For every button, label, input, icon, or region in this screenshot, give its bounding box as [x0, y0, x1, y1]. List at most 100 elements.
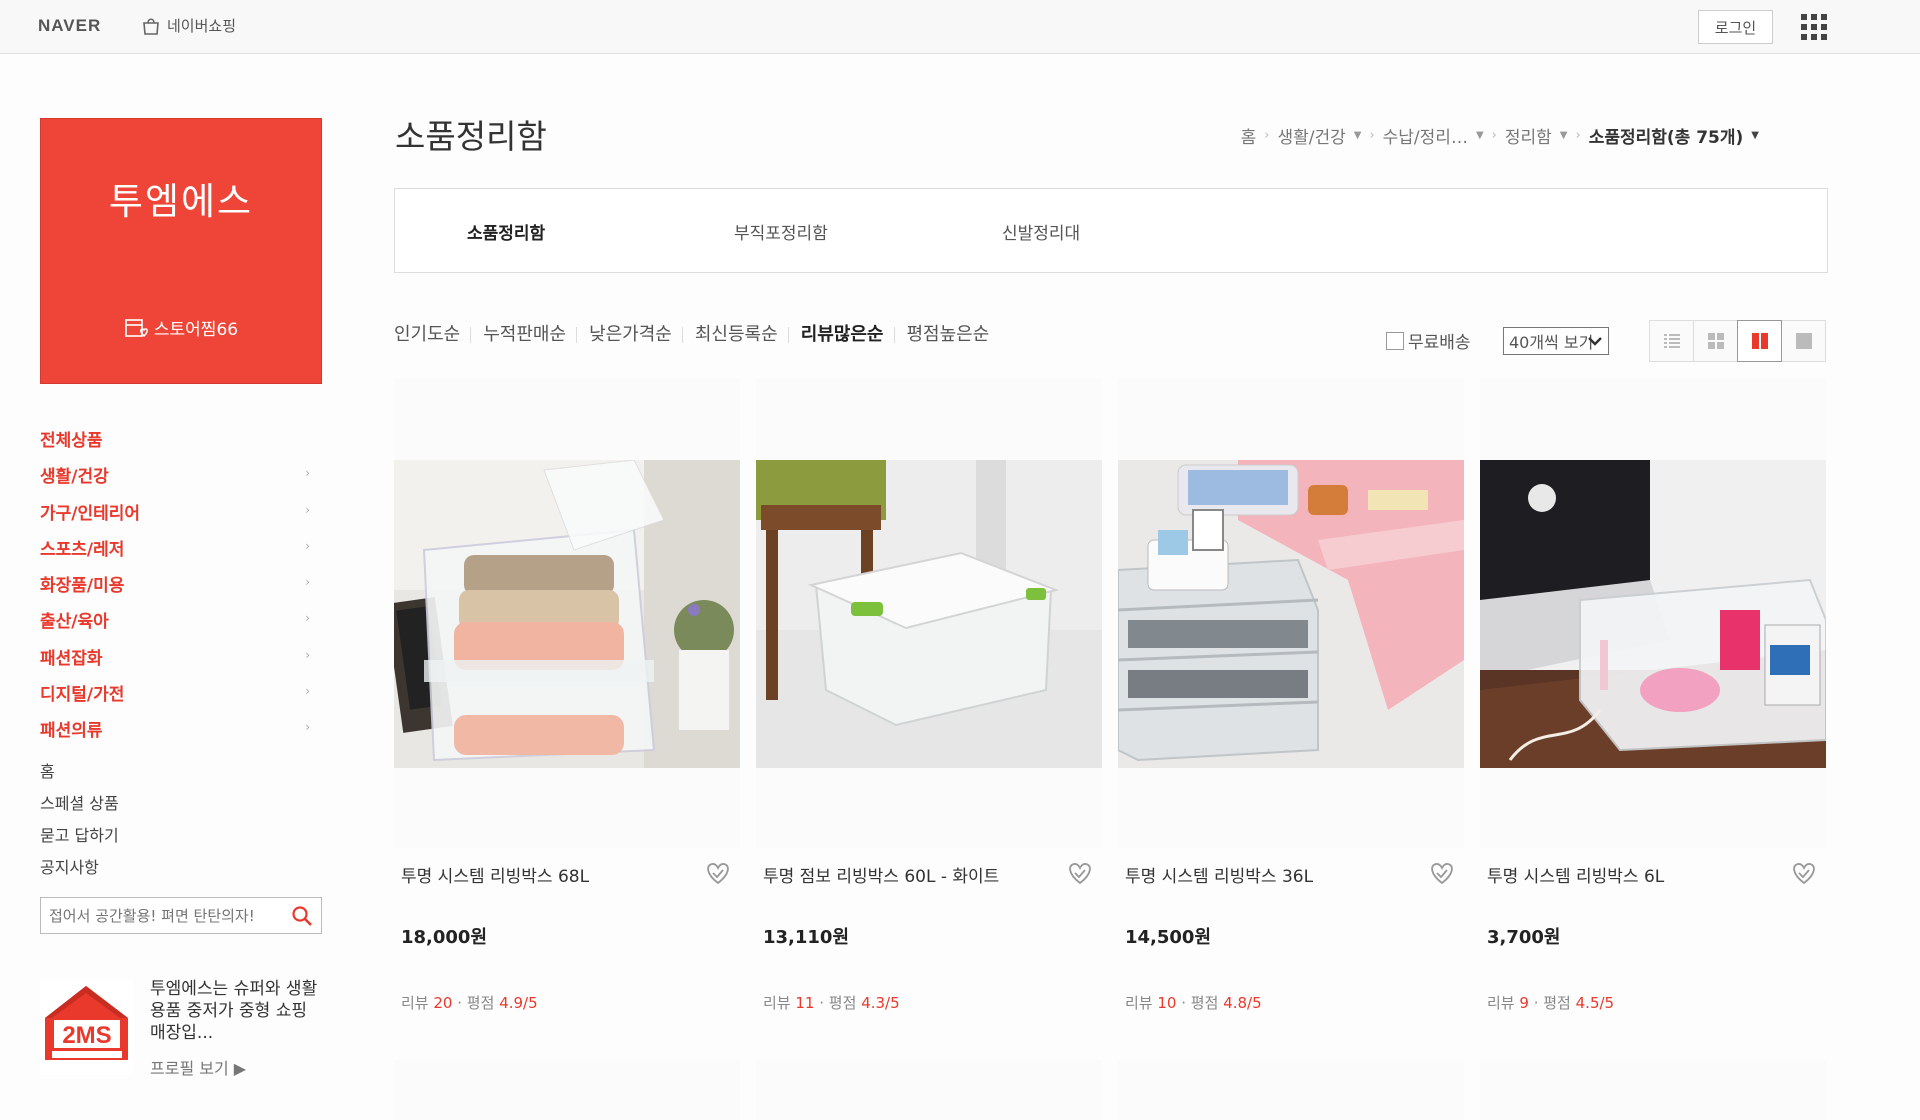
sort-rating[interactable]: 평점높은순 — [893, 326, 1000, 344]
svg-text:2MS: 2MS — [62, 1022, 111, 1049]
free-shipping-filter[interactable]: 무료배송 — [1386, 328, 1471, 353]
product-card[interactable]: 투명 점보 리빙박스 60L - 화이트 13,110원 리뷰 11 · 평점 … — [756, 378, 1102, 1018]
subcategory-tab-active[interactable]: 소품정리함 — [467, 219, 545, 244]
product-card-partial[interactable] — [394, 1060, 740, 1120]
view-large-button[interactable] — [1781, 320, 1826, 362]
breadcrumb-item[interactable]: 생활/건강 — [1277, 123, 1345, 148]
per-page-select[interactable]: 40개씩 보기 — [1503, 327, 1609, 355]
chevron-right-icon: › — [305, 575, 310, 590]
product-card-partial[interactable] — [1118, 1060, 1464, 1120]
sort-popular[interactable]: 인기도순 — [394, 326, 470, 344]
naver-shopping-label: 네이버쇼핑 — [167, 17, 237, 35]
breadcrumb-item[interactable]: 수납/정리… — [1383, 123, 1468, 148]
caret-down-icon[interactable]: ▼ — [1354, 130, 1362, 141]
store-link-home[interactable]: 홈 — [40, 758, 119, 790]
login-button[interactable]: 로그인 — [1698, 10, 1773, 44]
chevron-right-icon: › — [1491, 128, 1497, 143]
sort-low-price[interactable]: 낮은가격순 — [576, 326, 682, 344]
category-label: 전체상품 — [40, 431, 103, 451]
product-photo — [1118, 460, 1464, 768]
free-shipping-checkbox[interactable] — [1386, 331, 1404, 350]
sort-sales[interactable]: 누적판매순 — [470, 326, 576, 344]
sort-most-reviews[interactable]: 리뷰많은순 — [787, 326, 894, 344]
product-name[interactable]: 투명 시스템 리빙박스 6L — [1487, 862, 1664, 887]
rating-value: 4.3 — [861, 994, 886, 1012]
category-item[interactable]: 화장품/미용 › — [40, 571, 310, 607]
review-count: 11 — [795, 994, 815, 1012]
sort-newest[interactable]: 최신등록순 — [681, 326, 788, 344]
review-label: 리뷰 — [763, 994, 791, 1012]
category-item[interactable]: 전체상품 — [40, 426, 310, 462]
caret-down-icon[interactable]: ▼ — [1751, 130, 1759, 141]
store-link-qna[interactable]: 묻고 답하기 — [40, 822, 119, 854]
wishlist-heart-icon[interactable] — [704, 861, 732, 885]
product-card[interactable]: 투명 시스템 리빙박스 6L 3,700원 리뷰 9 · 평점 4.5/5 — [1480, 378, 1826, 1018]
product-photo — [394, 460, 740, 768]
naver-shopping-link[interactable]: 네이버쇼핑 — [141, 15, 236, 36]
subcategory-tab[interactable]: 부직포정리함 — [734, 219, 828, 244]
rating-value: 4.5 — [1575, 994, 1600, 1012]
apps-grid-icon[interactable] — [1801, 14, 1827, 40]
product-meta: 리뷰 9 · 평점 4.5/5 — [1487, 994, 1615, 1012]
product-thumbnail[interactable] — [1118, 378, 1464, 848]
product-card-partial[interactable] — [1480, 1060, 1826, 1120]
caret-down-icon[interactable]: ▼ — [1560, 130, 1568, 141]
profile-view-link[interactable]: 프로필 보기 ▶ — [150, 1055, 246, 1079]
breadcrumb-item[interactable]: 정리함 — [1505, 123, 1552, 148]
product-card-partial[interactable] — [756, 1060, 1102, 1120]
category-item[interactable]: 출산/육아 › — [40, 607, 310, 643]
product-thumbnail[interactable] — [1480, 378, 1826, 848]
product-photo — [756, 460, 1102, 768]
shopping-bag-icon — [143, 17, 159, 35]
rating-label: 평점 — [466, 994, 495, 1012]
subcategory-tab[interactable]: 신발정리대 — [1002, 219, 1080, 244]
rating-label: 평점 — [1190, 994, 1219, 1012]
category-label: 패션잡화 — [40, 648, 103, 669]
view-grid-small-button[interactable] — [1693, 320, 1738, 362]
product-price: 14,500원 — [1125, 927, 1212, 948]
store-banner[interactable]: 투엠에스 스토어찜66 — [40, 118, 322, 384]
product-price: 13,110원 — [763, 927, 850, 948]
store-links: 홈 스페셜 상품 묻고 답하기 공지사항 — [40, 758, 119, 886]
review-label: 리뷰 — [1487, 994, 1515, 1012]
chevron-right-icon: › — [1264, 128, 1270, 143]
rating-value: 4.9 — [499, 994, 524, 1012]
category-label: 패션의류 — [40, 721, 103, 742]
rating-label: 평점 — [1543, 994, 1571, 1012]
product-grid: 투명 시스템 리빙박스 68L 18,000원 리뷰 20 · 평점 4.9/5 — [394, 378, 1828, 1120]
view-list-button[interactable] — [1649, 320, 1694, 362]
subcategory-tabs: 소품정리함 부직포정리함 신발정리대 — [394, 188, 1828, 273]
category-item[interactable]: 생활/건강 › — [40, 462, 310, 498]
store-search-input[interactable] — [49, 904, 289, 928]
naver-logo[interactable]: NAVER — [38, 16, 101, 36]
grid-view-icon — [1707, 333, 1724, 349]
sort-options: 인기도순 누적판매순 낮은가격순 최신등록순 리뷰많은순 평점높은순 — [394, 326, 1000, 344]
category-item[interactable]: 스포츠/레저 › — [40, 535, 310, 571]
search-icon[interactable] — [291, 905, 313, 927]
store-favorite[interactable]: 스토어찜66 — [41, 315, 321, 340]
category-item[interactable]: 디지털/가전 › — [40, 680, 310, 716]
chevron-down-icon — [1588, 337, 1602, 346]
product-name[interactable]: 투명 시스템 리빙박스 36L — [1125, 862, 1313, 887]
product-card[interactable]: 투명 시스템 리빙박스 36L 14,500원 리뷰 10 · 평점 4.8/5 — [1118, 378, 1464, 1018]
view-gallery-button[interactable] — [1737, 320, 1782, 362]
product-name[interactable]: 투명 시스템 리빙박스 68L — [401, 862, 589, 887]
product-thumbnail[interactable] — [756, 378, 1102, 848]
product-card[interactable]: 투명 시스템 리빙박스 68L 18,000원 리뷰 20 · 평점 4.9/5 — [394, 378, 740, 1018]
product-thumbnail[interactable] — [394, 378, 740, 848]
store-link-notice[interactable]: 공지사항 — [40, 854, 119, 886]
breadcrumb-item[interactable]: 홈 — [1241, 123, 1257, 148]
product-name[interactable]: 투명 점보 리빙박스 60L - 화이트 — [763, 862, 999, 887]
category-label: 스포츠/레저 — [40, 539, 125, 560]
wishlist-heart-icon[interactable] — [1790, 861, 1818, 885]
store-link-special[interactable]: 스페셜 상품 — [40, 790, 119, 822]
wishlist-heart-icon[interactable] — [1066, 861, 1094, 885]
category-label: 가구/인테리어 — [40, 503, 141, 524]
store-favorite-label: 스토어찜66 — [153, 320, 239, 340]
chevron-right-icon: › — [1575, 128, 1581, 143]
category-item[interactable]: 패션의류 › — [40, 716, 310, 752]
category-item[interactable]: 가구/인테리어 › — [40, 499, 310, 535]
category-item[interactable]: 패션잡화 › — [40, 644, 310, 680]
wishlist-heart-icon[interactable] — [1428, 861, 1456, 885]
caret-down-icon[interactable]: ▼ — [1476, 130, 1484, 141]
